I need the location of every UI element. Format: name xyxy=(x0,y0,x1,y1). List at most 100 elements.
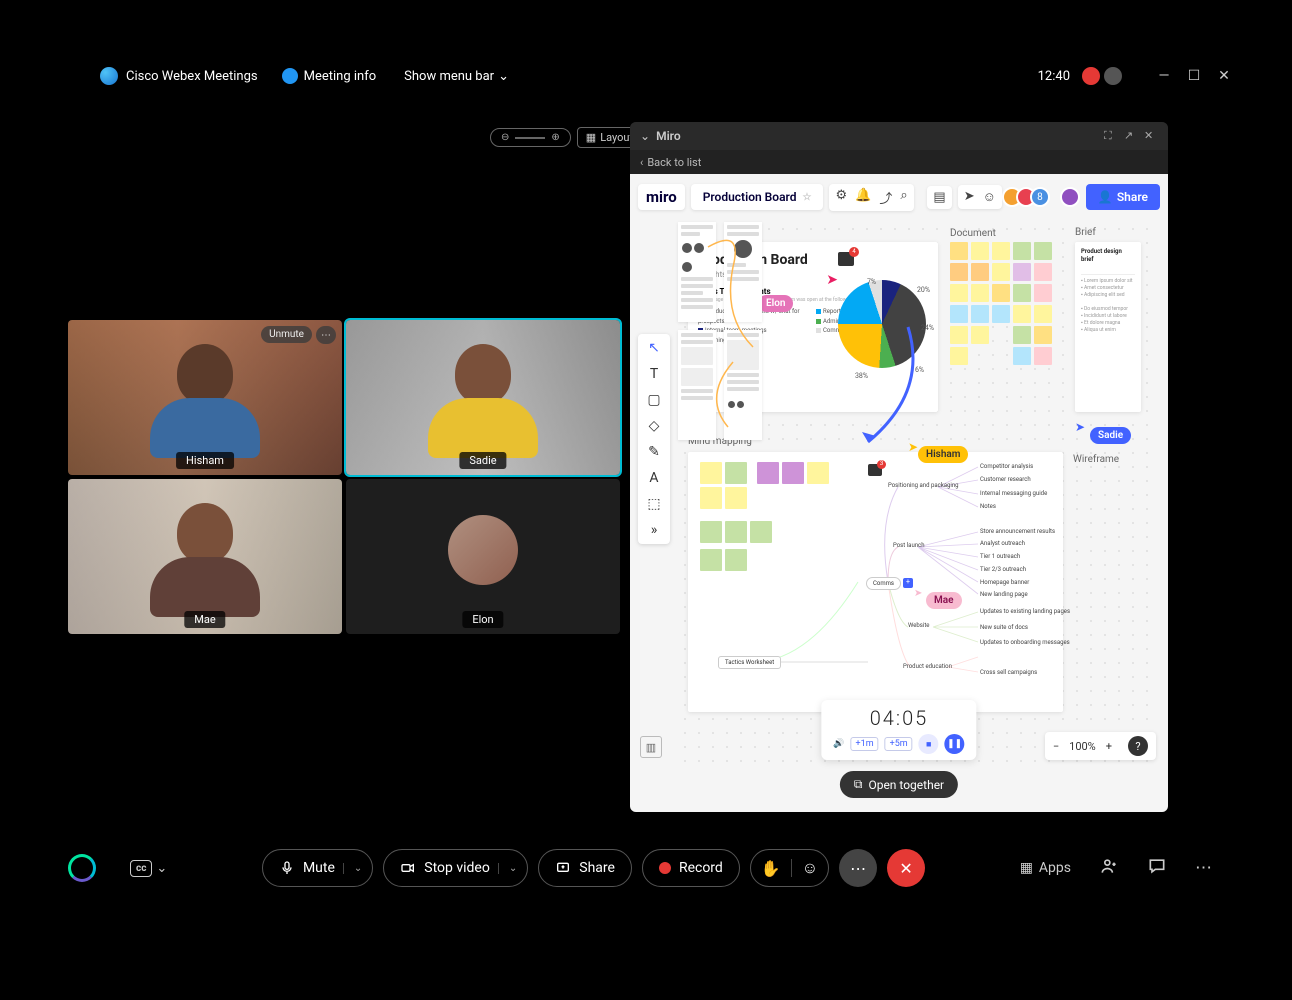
apps-icon[interactable]: ▤ xyxy=(933,190,945,205)
star-icon[interactable]: ☆ xyxy=(803,192,812,203)
participant-tile-elon[interactable]: Elon xyxy=(346,479,620,634)
video-zoom-slider[interactable]: ⊖ ⊕ xyxy=(490,128,571,147)
timer-widget[interactable]: 04:05 🔊 +1m +5m ■ ❚❚ xyxy=(821,700,976,760)
mindmap-branch[interactable]: Website xyxy=(908,622,929,629)
participant-tile-sadie[interactable]: Sadie xyxy=(346,320,620,475)
timer-add-5m[interactable]: +5m xyxy=(885,737,913,751)
mute-button[interactable]: Mute ⌄ xyxy=(262,849,373,887)
participants-icon[interactable] xyxy=(1099,856,1119,881)
miro-canvas[interactable]: Production Board Insights Sales Team Ins… xyxy=(678,222,1160,762)
mindmap-leaf[interactable]: New landing page xyxy=(980,591,1028,598)
zoom-level[interactable]: 100% xyxy=(1069,740,1096,753)
more-tools-icon[interactable]: » xyxy=(651,522,658,538)
participant-tile-hisham[interactable]: Unmute ⋯ Hisham xyxy=(68,320,342,475)
clock: 12:40 xyxy=(1038,69,1070,84)
stop-video-button[interactable]: Stop video ⌄ xyxy=(383,849,528,887)
record-button[interactable]: Record xyxy=(642,849,740,887)
sound-icon[interactable]: 🔊 xyxy=(833,739,844,749)
panel-close-icon[interactable]: ✕ xyxy=(1144,129,1158,143)
mindmap-root[interactable]: Tactics Worksheet xyxy=(718,656,781,669)
pen-tool-icon[interactable]: ✎ xyxy=(648,444,660,460)
unmute-button[interactable]: Unmute xyxy=(261,326,312,343)
bell-icon[interactable]: 🔔 xyxy=(855,188,871,207)
lock-indicator[interactable] xyxy=(1104,67,1122,85)
chat-icon[interactable] xyxy=(1147,856,1167,881)
mindmap-branch[interactable]: Product education xyxy=(903,663,952,670)
settings-icon[interactable]: ⚙ xyxy=(835,188,847,207)
mindmap-leaf[interactable]: Tier 2/3 outreach xyxy=(980,566,1026,573)
user-avatar[interactable] xyxy=(1060,187,1080,207)
popout-icon[interactable]: ↗ xyxy=(1124,129,1138,143)
timer-pause-button[interactable]: ❚❚ xyxy=(945,734,965,754)
collaborator-avatars[interactable]: 8 xyxy=(1008,187,1050,207)
mindmap-leaf[interactable]: Competitor analysis xyxy=(980,463,1033,470)
mindmap-leaf[interactable]: Cross sell campaigns xyxy=(980,669,1037,676)
meeting-info-button[interactable]: Meeting info xyxy=(304,69,377,84)
participant-tile-mae[interactable]: Mae xyxy=(68,479,342,634)
frames-panel-icon[interactable]: ▥ xyxy=(640,736,662,758)
board-name[interactable]: Production Board ☆ xyxy=(691,184,824,210)
mindmap-leaf[interactable]: Notes xyxy=(980,503,996,510)
comment-icon[interactable]: 4 xyxy=(838,252,854,266)
documents-frame[interactable]: Document xyxy=(950,242,1060,368)
mindmap-branch[interactable]: Positioning and packaging xyxy=(888,482,959,489)
connector-tool-icon[interactable]: A xyxy=(649,470,658,486)
mindmap-leaf[interactable]: Store announcement results xyxy=(980,528,1055,535)
webex-assistant-icon[interactable] xyxy=(68,854,96,882)
comment-icon[interactable]: 3 xyxy=(868,464,882,476)
minimize-button[interactable]: — xyxy=(1156,68,1172,84)
frame-tool-icon[interactable]: ⬚ xyxy=(647,496,660,512)
reactions-icon[interactable]: ☺ xyxy=(802,858,818,878)
help-button[interactable]: ? xyxy=(1128,736,1148,756)
mindmap-frame[interactable]: Mind mapping ➤ Hisham xyxy=(688,452,1063,712)
chevron-down-icon[interactable]: ⌄ xyxy=(498,863,517,874)
timer-stop-button[interactable]: ■ xyxy=(919,734,939,754)
miro-logo[interactable]: miro xyxy=(638,184,685,210)
arrow-connector xyxy=(848,322,928,452)
open-together-button[interactable]: ⧉ Open together xyxy=(840,771,958,798)
show-menu-bar-button[interactable]: Show menu bar ⌄ xyxy=(404,69,509,84)
chevron-down-icon[interactable]: ⌄ xyxy=(343,863,362,874)
captions-button[interactable]: cc ⌄ xyxy=(130,860,167,877)
more-options-button[interactable]: ⋯ xyxy=(839,849,877,887)
mindmap-leaf[interactable]: Analyst outreach xyxy=(980,540,1025,547)
mindmap-leaf[interactable]: Customer research xyxy=(980,476,1031,483)
panel-more-icon[interactable]: ⋯ xyxy=(1195,858,1212,878)
mindmap-leaf[interactable]: Updates to existing landing pages xyxy=(980,608,1070,615)
leave-meeting-button[interactable]: ✕ xyxy=(887,849,925,887)
share-button[interactable]: 👤 Share xyxy=(1086,184,1160,210)
mindmap-branch[interactable]: Post launch xyxy=(893,542,925,549)
sticky-tool-icon[interactable]: ▢ xyxy=(647,392,660,408)
text-tool-icon[interactable]: T xyxy=(650,366,658,382)
mindmap-leaf[interactable]: New suite of docs xyxy=(980,624,1028,631)
add-node-button[interactable]: + xyxy=(903,578,913,588)
raise-hand-icon[interactable]: ✋ xyxy=(761,859,781,878)
mindmap-leaf[interactable]: Tier 1 outreach xyxy=(980,553,1020,560)
close-button[interactable]: ✕ xyxy=(1216,68,1232,84)
zoom-out-button[interactable]: − xyxy=(1053,740,1059,753)
mindmap-node[interactable]: Comms xyxy=(866,577,901,590)
brief-title: Product design brief xyxy=(1081,248,1135,265)
cursor-mode-icon[interactable]: ➤ xyxy=(964,189,975,205)
mindmap-leaf[interactable]: Updates to onboarding messages xyxy=(980,639,1070,646)
zoom-in-button[interactable]: + xyxy=(1106,740,1112,753)
share-icon xyxy=(555,860,571,876)
back-to-list-button[interactable]: ‹ Back to list xyxy=(630,150,1168,174)
expand-icon[interactable]: ⛶ xyxy=(1104,129,1118,143)
timer-value: 04:05 xyxy=(870,706,929,730)
shape-tool-icon[interactable]: ◇ xyxy=(649,418,660,434)
apps-button[interactable]: ▦ Apps xyxy=(1020,860,1071,876)
share-screen-button[interactable]: Share xyxy=(538,849,632,887)
mindmap-leaf[interactable]: Homepage banner xyxy=(980,579,1029,586)
search-icon[interactable]: ⌕ xyxy=(900,188,907,207)
collapse-icon[interactable]: ⌄ xyxy=(640,129,650,143)
tile-more-button[interactable]: ⋯ xyxy=(316,326,336,344)
reactions-icon[interactable]: ☺ xyxy=(983,189,996,205)
brief-frame[interactable]: Brief Product design brief ▪ Lorem ipsum… xyxy=(1075,242,1141,412)
timer-add-1m[interactable]: +1m xyxy=(851,737,879,751)
maximize-button[interactable]: ☐ xyxy=(1186,68,1202,84)
select-tool-icon[interactable]: ↖ xyxy=(648,340,660,356)
export-icon[interactable]: ⤴ xyxy=(879,188,892,207)
mindmap-leaf[interactable]: Internal messaging guide xyxy=(980,490,1047,497)
recording-indicator[interactable] xyxy=(1082,67,1100,85)
